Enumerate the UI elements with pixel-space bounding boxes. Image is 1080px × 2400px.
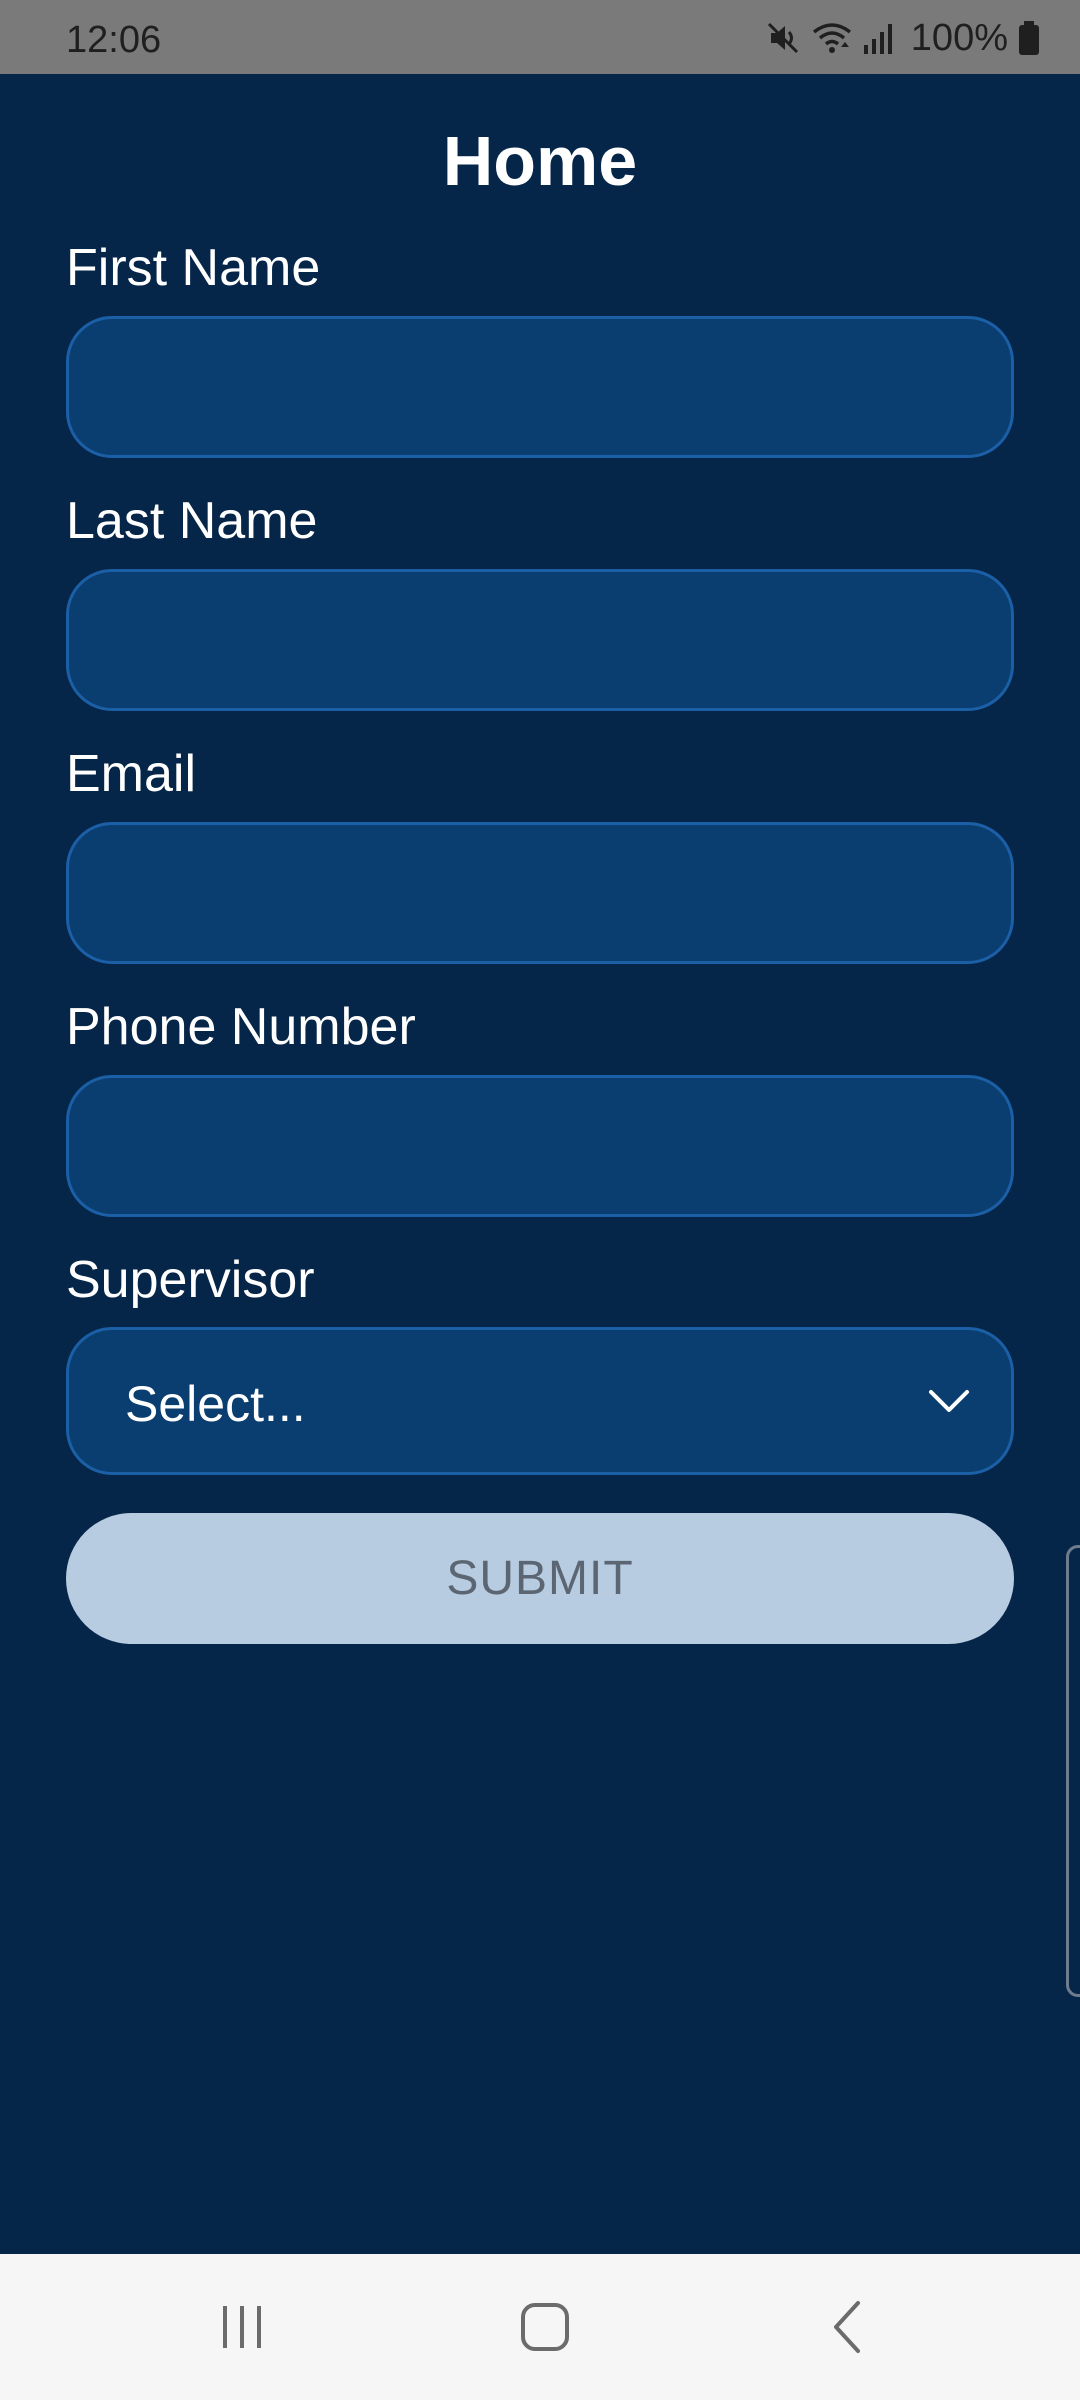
edge-panel-handle[interactable] [1066, 1545, 1080, 1997]
recents-icon [223, 2306, 261, 2348]
recents-button[interactable] [142, 2254, 342, 2400]
status-icons: 100% [765, 18, 1040, 58]
wifi-icon [812, 23, 851, 53]
home-icon [521, 2303, 569, 2351]
last-name-input[interactable] [66, 569, 1014, 711]
phone-number-label: Phone Number [66, 998, 416, 1056]
last-name-label: Last Name [66, 492, 318, 550]
status-bar: 12:06 100% [0, 0, 1080, 74]
chevron-down-icon [929, 1390, 969, 1412]
email-input[interactable] [66, 822, 1014, 964]
email-label: Email [66, 745, 197, 803]
first-name-label: First Name [66, 239, 321, 297]
home-button[interactable] [445, 2254, 645, 2400]
supervisor-selected-value: Select... [125, 1376, 306, 1432]
signal-icon [863, 24, 892, 54]
page-title: Home [442, 122, 638, 200]
phone-number-input[interactable] [66, 1075, 1014, 1217]
battery-icon [1019, 21, 1039, 55]
supervisor-select[interactable]: Select... [66, 1327, 1014, 1475]
supervisor-label: Supervisor [66, 1251, 315, 1309]
back-icon [834, 2301, 860, 2353]
battery-percent: 100% [910, 17, 1008, 59]
mute-icon [767, 22, 798, 54]
navigation-bar [0, 2254, 1080, 2400]
status-time: 12:06 [66, 19, 162, 61]
back-button[interactable] [748, 2254, 948, 2400]
first-name-input[interactable] [66, 316, 1014, 458]
submit-button[interactable]: SUBMIT [66, 1513, 1014, 1644]
